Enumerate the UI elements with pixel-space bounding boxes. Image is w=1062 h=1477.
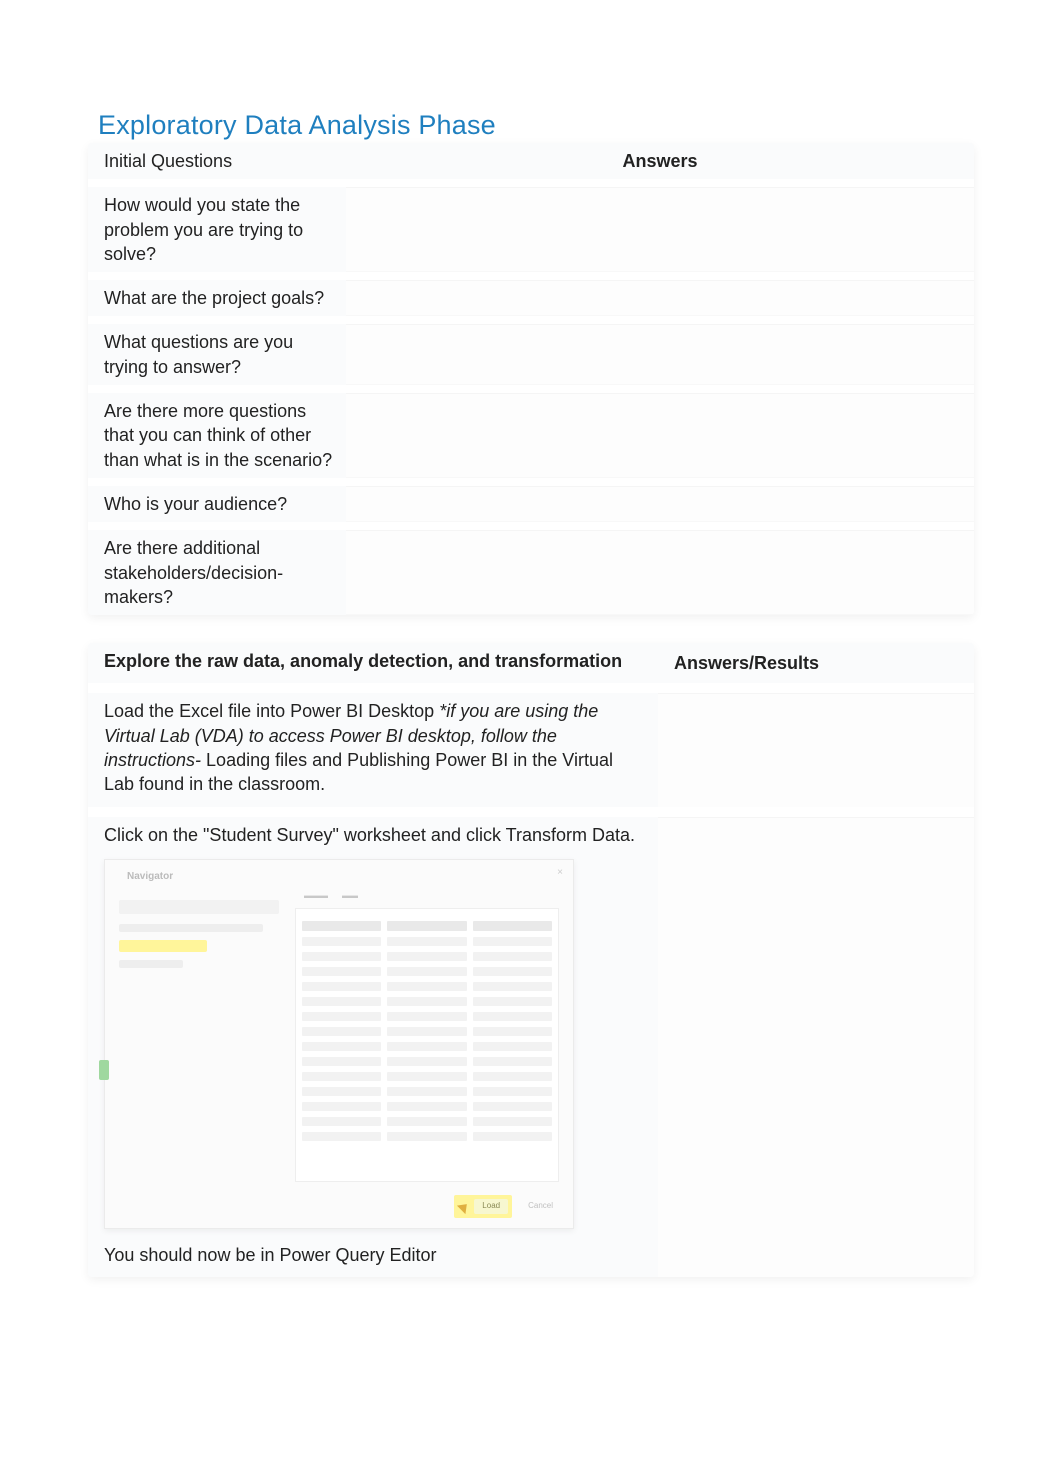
load-button: Load	[474, 1199, 508, 1214]
table-row: What are the project goals?	[88, 272, 974, 316]
instruction-cell: Load the Excel file into Power BI Deskto…	[88, 683, 658, 806]
dialog-title: Navigator	[127, 870, 173, 884]
preview-tabs: ▬▬▬▬▬	[296, 891, 558, 907]
arrow-icon	[457, 1199, 471, 1213]
col-header-answers: Answers	[346, 143, 974, 179]
nav-pane	[119, 900, 279, 1178]
answer-cell[interactable]	[346, 272, 974, 316]
table-row: How would you state the problem you are …	[88, 179, 974, 272]
question-cell: How would you state the problem you are …	[88, 179, 346, 272]
question-cell: What questions are you trying to answer?	[88, 316, 346, 385]
nav-item	[119, 924, 263, 932]
instruction-text: Click on the "Student Survey" worksheet …	[104, 823, 646, 847]
phase-heading: Exploratory Data Analysis Phase	[98, 110, 974, 141]
table-row: Who is your audience?	[88, 478, 974, 522]
answer-cell[interactable]	[346, 179, 974, 272]
col-header-questions: Initial Questions	[88, 143, 346, 179]
nav-item	[119, 960, 183, 968]
initial-questions-table: Initial Questions Answers How would you …	[88, 143, 974, 615]
col-header-results: Answers/Results	[658, 643, 974, 683]
green-handle-icon	[99, 1060, 109, 1080]
nav-item-highlighted	[119, 940, 207, 952]
question-cell: Who is your audience?	[88, 478, 346, 522]
answer-cell[interactable]	[346, 478, 974, 522]
initial-questions-section: Initial Questions Answers How would you …	[88, 143, 974, 615]
instruction-footer: You should now be in Power Query Editor	[104, 1243, 646, 1267]
table-row: Click on the "Student Survey" worksheet …	[88, 807, 974, 1278]
results-cell[interactable]	[658, 683, 974, 806]
cancel-button: Cancel	[520, 1199, 561, 1214]
results-cell[interactable]	[658, 807, 974, 1278]
close-icon: ×	[557, 866, 563, 880]
question-cell: What are the project goals?	[88, 272, 346, 316]
powerbi-navigator-screenshot: Navigator × ▬▬▬▬▬	[104, 859, 574, 1229]
answer-cell[interactable]	[346, 316, 974, 385]
question-cell: Are there more questions that you can th…	[88, 385, 346, 478]
instruction-cell: Click on the "Student Survey" worksheet …	[88, 807, 658, 1278]
question-cell: Are there additional stakeholders/decisi…	[88, 522, 346, 615]
answer-cell[interactable]	[346, 385, 974, 478]
search-box	[119, 900, 279, 914]
load-button-highlight: Load	[454, 1195, 512, 1218]
dialog-buttons: Load Cancel	[454, 1195, 561, 1218]
document-page: Exploratory Data Analysis Phase Initial …	[0, 0, 1062, 1477]
preview-grid	[302, 915, 552, 1175]
col-header-explore: Explore the raw data, anomaly detection,…	[88, 643, 658, 683]
table-row: Are there additional stakeholders/decisi…	[88, 522, 974, 615]
instruction-lead: Load the Excel file into Power BI Deskto…	[104, 701, 439, 721]
table-row: What questions are you trying to answer?	[88, 316, 974, 385]
explore-data-table: Explore the raw data, anomaly detection,…	[88, 643, 974, 1277]
table-row: Are there more questions that you can th…	[88, 385, 974, 478]
answer-cell[interactable]	[346, 522, 974, 615]
preview-pane: ▬▬▬▬▬	[295, 908, 559, 1182]
table-row: Load the Excel file into Power BI Deskto…	[88, 683, 974, 806]
